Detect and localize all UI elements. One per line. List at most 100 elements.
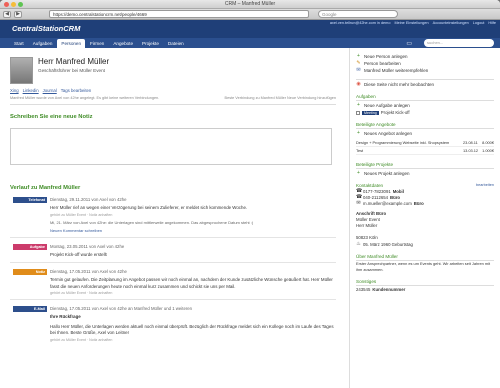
unwatch-label: Diese Seite nicht mehr beobachten xyxy=(364,82,435,87)
app-header: CentralStationCRM axel.ven.tellrun@42he.… xyxy=(0,20,500,38)
browser-toolbar: ◀ ▶ https://demo.centralstationcrm.net/p… xyxy=(0,9,500,20)
new-person-label: Neue Person anlegen xyxy=(364,54,408,59)
app-logo[interactable]: CentralStationCRM xyxy=(12,24,80,33)
birthday-row: ♨ 05. März 1960 Geburtstag xyxy=(356,241,494,248)
entry-body: Termin gut gelaufen. Die Zeitplanung im … xyxy=(50,277,333,289)
entry-body: Projekt Kick-off wurde erstellt xyxy=(50,251,107,257)
person-subtitle[interactable]: Geschäftsführer bei Müller Event xyxy=(10,68,336,73)
divider xyxy=(10,299,336,300)
window-controls xyxy=(4,2,23,7)
user-menu: axel.ven.tellrun@42he.com in demo Meine … xyxy=(330,21,496,25)
birthday: 05. März 1960 Geburtstag xyxy=(363,242,413,247)
new-offer-action[interactable]: + Neues Angebot anlegen xyxy=(356,130,494,137)
history-entry: Aufgabe Montag, 23.05.2011 von Axel von … xyxy=(10,243,336,259)
recommend-label: Manfred Müller weiterempfehlen xyxy=(364,68,429,73)
user-account-link[interactable]: axel.ven.tellrun@42he.com in demo xyxy=(330,21,391,25)
edit-tags-link[interactable]: Tags bearbeiten xyxy=(61,88,92,93)
back-button[interactable]: ◀ xyxy=(3,10,11,18)
browser-search-field[interactable]: Google xyxy=(318,10,398,18)
plus-icon: + xyxy=(357,130,360,136)
contact-row: ☎ 0177-7823091 Mobil xyxy=(356,189,494,195)
zoom-window-button[interactable] xyxy=(18,2,23,7)
offer-date: 23.08.11 xyxy=(462,139,481,147)
journal-link[interactable]: Journal xyxy=(43,88,57,93)
account-settings-link[interactable]: Accounteinstellungen xyxy=(433,21,469,25)
entry-meta[interactable]: gehört zu Müller Event · Notiz anhaften xyxy=(50,338,336,342)
tab-projekte[interactable]: Projekte xyxy=(138,39,163,48)
task-label[interactable]: Projekt Kick-off xyxy=(381,110,410,115)
entry-body: Hallo Herr Müller, die Unterlagen werden… xyxy=(50,323,334,336)
url-field[interactable]: https://demo.centralstationcrm.net/peopl… xyxy=(49,10,309,18)
offer-name: Test xyxy=(356,146,463,155)
tab-dateien[interactable]: Dateien xyxy=(164,39,188,48)
contact-value[interactable]: 040-2112654 xyxy=(363,195,388,200)
task-tag: Meeting xyxy=(362,110,379,115)
person-header: Herr Manfred Müller Geschäftsführer bei … xyxy=(10,57,336,84)
table-row[interactable]: Test 13.03.12 1.000€ xyxy=(356,146,494,155)
offer-amount: 1.000€ xyxy=(480,146,494,155)
offer-name: Design + Programmierung Webseite inkl. S… xyxy=(356,139,463,147)
address-block: Anschrift Büro Müller Event Herr Müller … xyxy=(356,211,494,241)
address-line: 50823 Köln xyxy=(356,235,378,240)
help-link[interactable]: Hilfe xyxy=(488,21,496,25)
projects-heading: Beteiligte Projekte xyxy=(356,162,494,169)
tab-start[interactable]: Start xyxy=(10,39,28,48)
browser-window: CRM – Manfred Müller ◀ ▶ https://demo.ce… xyxy=(0,0,500,388)
addressbook-icon[interactable]: ▭ xyxy=(406,40,412,47)
new-task-action[interactable]: + Neue Aufgabe anlegen xyxy=(356,103,494,109)
forward-button[interactable]: ▶ xyxy=(14,10,22,18)
close-window-button[interactable] xyxy=(4,2,9,7)
linkedin-link[interactable]: Linkedin xyxy=(23,88,39,93)
entry-date: Dienstag, 17.05.2011 von Axel von 42he a… xyxy=(50,306,193,311)
contact-row: ✉ m.mueller@example.com Büro xyxy=(356,200,494,207)
contact-header: Kontaktdaten bearbeiten xyxy=(356,183,494,188)
task-item: Meeting Projekt Kick-off xyxy=(356,110,494,115)
recommend-action[interactable]: ✉ Manfred Müller weiterempfehlen xyxy=(356,68,494,74)
tab-aufgaben[interactable]: Aufgaben xyxy=(29,39,57,48)
history-heading: Verlauf zu Manfred Müller xyxy=(10,185,81,191)
connection-info[interactable]: Beste Verbindung zu Manfred Müller Neue … xyxy=(225,96,336,100)
new-person-action[interactable]: + Neue Person anlegen xyxy=(356,54,494,60)
envelope-icon: ✉ xyxy=(356,200,361,206)
sidebar: + Neue Person anlegen ✎ Person bearbeiten … xyxy=(349,48,500,388)
tab-angebote[interactable]: Angebote xyxy=(109,39,137,48)
tab-firmen[interactable]: Firmen xyxy=(86,39,108,48)
new-project-label: Neues Projekt anlegen xyxy=(364,171,410,176)
logout-link[interactable]: Logout xyxy=(473,21,485,25)
entry-meta[interactable]: gehört zu Müller Event · Notiz anhaften xyxy=(50,291,336,295)
table-row[interactable]: Design + Programmierung Webseite inkl. S… xyxy=(356,139,494,147)
entry-date: Dienstag, 17.05.2011 von Axel von 42he xyxy=(50,269,127,274)
offer-date: 13.03.12 xyxy=(462,146,481,155)
about-heading: Über Manfred Müller xyxy=(356,254,494,261)
entry-meta[interactable]: gehört zu Müller Event · Notiz anhaften xyxy=(50,213,336,217)
new-comment-link[interactable]: Neuen Kommentar schreiben xyxy=(50,228,336,233)
cake-icon: ♨ xyxy=(356,241,361,247)
xing-link[interactable]: Xing xyxy=(10,88,19,93)
about-text: Erster Ansprechpartner, wenn es um Event… xyxy=(356,261,491,272)
app-search-input[interactable]: suchen... xyxy=(424,39,494,47)
tab-personen[interactable]: Personen xyxy=(57,39,86,48)
offer-amount: 8.000€ xyxy=(480,139,494,147)
note-textarea[interactable] xyxy=(10,128,332,165)
contact-row: ☎ 040-2112654 Büro xyxy=(356,195,494,201)
entry-type-badge: Aufgabe xyxy=(13,243,47,250)
task-checkbox[interactable] xyxy=(356,110,360,115)
contact-edit-link[interactable]: bearbeiten xyxy=(476,183,494,188)
edit-person-label: Person bearbeiten xyxy=(364,61,401,66)
note-heading: Schreiben Sie eine neue Notiz xyxy=(10,114,93,120)
customer-number: 243545 xyxy=(356,287,371,292)
unwatch-action[interactable]: ◉ Diese Seite nicht mehr beobachten xyxy=(356,82,494,88)
edit-person-action[interactable]: ✎ Person bearbeiten xyxy=(356,60,494,67)
social-links: Xing Linkedin Journal Tags bearbeiten xyxy=(10,84,336,93)
contact-value[interactable]: 0177-7823091 xyxy=(363,189,391,194)
offers-heading: Beteiligte Angebote xyxy=(356,122,494,129)
tasks-heading: Aufgaben xyxy=(356,94,494,101)
contact-value[interactable]: m.mueller@example.com xyxy=(363,201,412,206)
divider xyxy=(356,79,494,80)
new-project-action[interactable]: + Neues Projekt anlegen xyxy=(356,171,494,177)
my-settings-link[interactable]: Meine Einstellungen xyxy=(394,21,428,25)
history-entry: E-Mail Dienstag, 17.05.2011 von Axel von… xyxy=(10,306,336,342)
person-name: Herr Manfred Müller xyxy=(38,57,110,66)
pencil-icon: ✎ xyxy=(356,60,361,66)
minimize-window-button[interactable] xyxy=(11,2,16,7)
